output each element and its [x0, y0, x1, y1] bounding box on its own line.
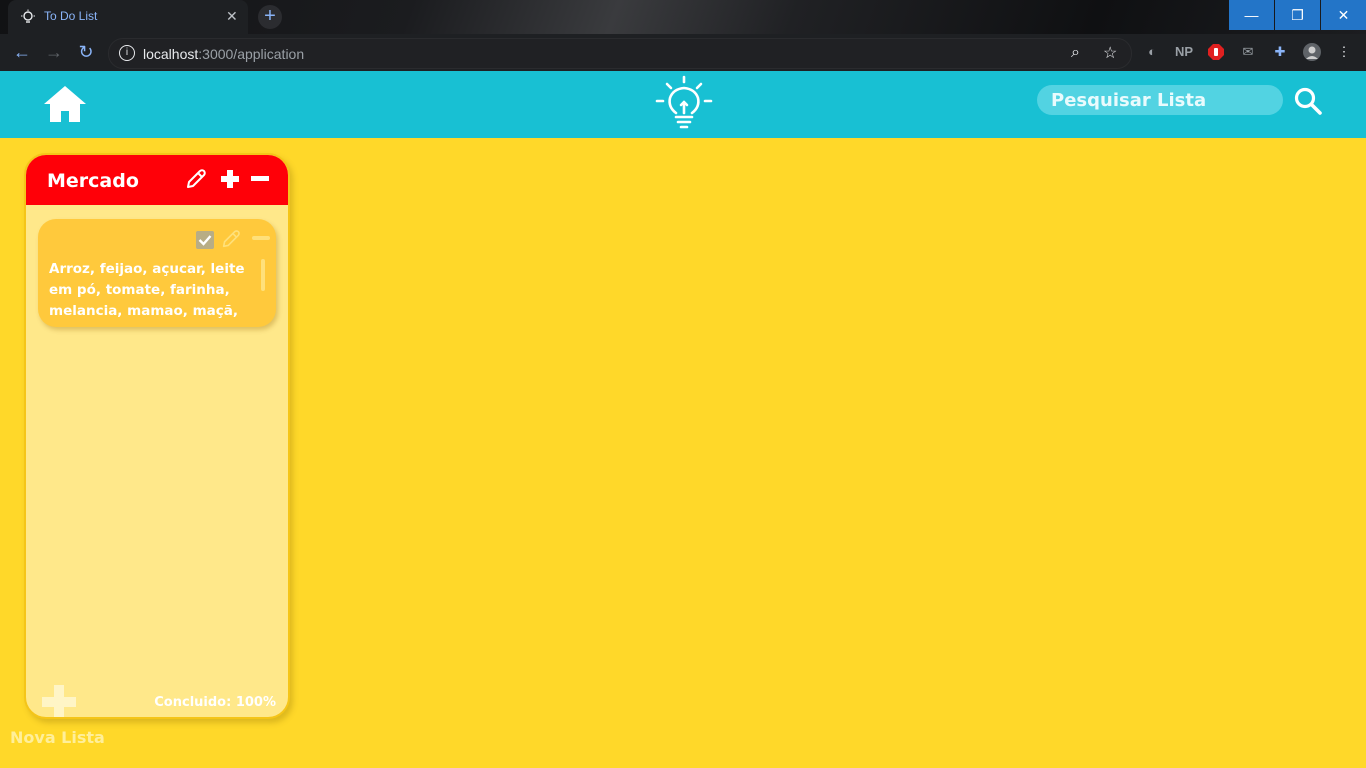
url-path: :3000/application: [198, 46, 305, 62]
forward-arrow-icon[interactable]: →: [44, 42, 64, 62]
list-title: Mercado: [47, 170, 139, 192]
new-list-label[interactable]: Nova Lista: [10, 728, 105, 747]
window-close-button[interactable]: ✕: [1321, 0, 1366, 30]
list-card-header: Mercado: [26, 155, 288, 205]
url-host: localhost: [143, 46, 199, 62]
edit-list-pencil-icon[interactable]: [184, 167, 208, 191]
search-box: [1037, 85, 1283, 115]
new-tab-button[interactable]: +: [258, 5, 282, 29]
item-checkbox[interactable]: [196, 231, 214, 249]
site-info-icon[interactable]: i: [119, 45, 135, 61]
remove-list-minus-icon[interactable]: [248, 167, 272, 191]
item-text: Arroz, feijao, açucar, leite em pó, toma…: [49, 261, 245, 319]
reload-icon[interactable]: ↻: [76, 42, 96, 62]
search-input[interactable]: [1037, 85, 1281, 115]
lightbulb-favicon-icon: [21, 9, 35, 23]
address-bar[interactable]: i localhost:3000/application ⌕ ☆: [108, 38, 1132, 69]
extension-np-icon[interactable]: NP: [1174, 42, 1194, 62]
list-item: Arroz, feijao, açucar, leite em pó, toma…: [38, 219, 276, 327]
browser-tab[interactable]: To Do List ✕: [8, 0, 248, 34]
browser-tabstrip: To Do List ✕ + — ❐ ✕: [0, 0, 1366, 34]
app-header: [0, 71, 1366, 138]
bookmark-star-icon[interactable]: ☆: [1103, 43, 1117, 63]
tab-close-icon[interactable]: ✕: [226, 8, 238, 25]
browser-toolbar: ← → ↻ i localhost:3000/application ⌕ ☆ ◐…: [0, 34, 1366, 71]
extension-c-icon[interactable]: ◐: [1142, 42, 1162, 62]
extension-adblock-icon[interactable]: [1206, 42, 1226, 62]
completion-status: Concluido: 100%: [154, 695, 276, 710]
browser-menu-icon[interactable]: ⋮: [1334, 42, 1354, 62]
new-list-plus-icon[interactable]: [42, 685, 76, 719]
extensions-puzzle-icon[interactable]: ✚: [1270, 42, 1290, 62]
add-item-plus-icon[interactable]: [218, 167, 242, 191]
home-icon[interactable]: [44, 85, 86, 123]
edit-item-pencil-icon[interactable]: [220, 228, 242, 250]
back-arrow-icon[interactable]: ←: [12, 42, 32, 62]
search-icon[interactable]: [1293, 86, 1323, 116]
lightbulb-icon: [655, 75, 713, 129]
minimize-button[interactable]: —: [1229, 0, 1274, 30]
restore-button[interactable]: ❐: [1275, 0, 1320, 30]
item-scrollbar[interactable]: [261, 259, 265, 291]
remove-item-minus-icon[interactable]: [252, 236, 270, 240]
url-text: localhost:3000/application: [143, 46, 304, 62]
tab-title: To Do List: [44, 9, 98, 23]
extension-mail-icon[interactable]: ✉: [1238, 42, 1258, 62]
profile-avatar[interactable]: [1302, 42, 1322, 62]
list-card: Mercado Arroz, feijao, açucar, leite em …: [24, 153, 290, 719]
zoom-icon[interactable]: ⌕: [1071, 44, 1080, 62]
